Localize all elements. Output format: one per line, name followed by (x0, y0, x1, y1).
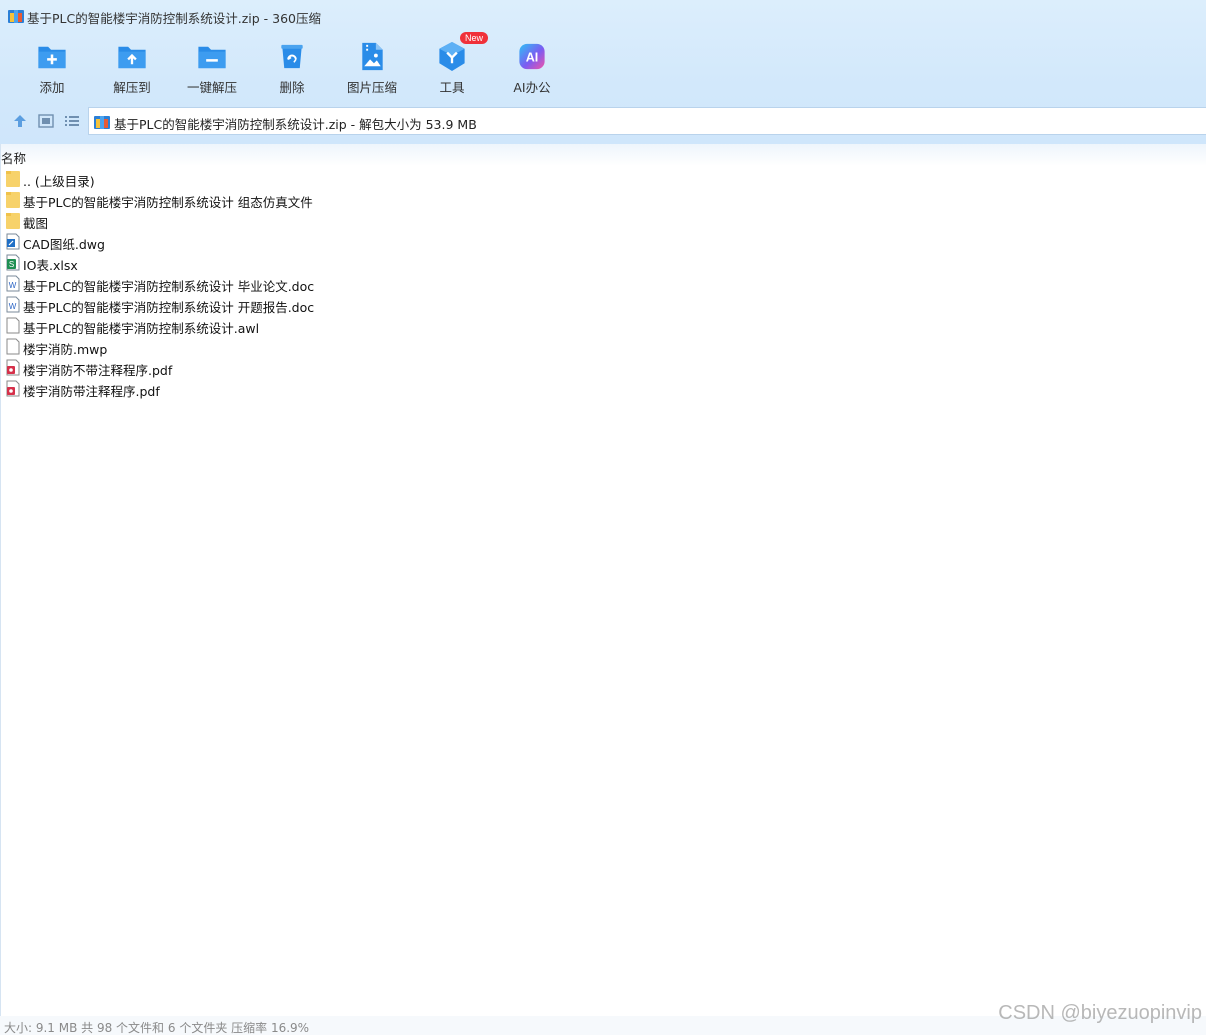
list-item[interactable]: 截图 (0, 210, 1206, 231)
up-arrow-icon[interactable] (12, 114, 28, 128)
app-window: 基于PLC的智能楼宇消防控制系统设计.zip - 360压缩 添加 解压到 一键… (0, 0, 1206, 1035)
file-name: 楼宇消防.mwp (23, 342, 108, 357)
ai-office-label: AI办公 (513, 80, 551, 95)
column-name-header[interactable]: 名称 (1, 148, 26, 167)
word-file-icon: W (6, 275, 20, 292)
generic-file-icon (6, 338, 20, 355)
delete-label: 删除 (279, 80, 305, 95)
column-header: 名称 (0, 144, 1206, 166)
list-item[interactable]: .. (上级目录) (0, 168, 1206, 189)
word-file-icon: W (6, 296, 20, 313)
file-list: .. (上级目录) 基于PLC的智能楼宇消防控制系统设计 组态仿真文件 截图 C… (0, 168, 1206, 399)
list-item[interactable]: 楼宇消防.mwp (0, 336, 1206, 357)
status-text: 大小: 9.1 MB 共 98 个文件和 6 个文件夹 压缩率 16.9% (4, 1021, 310, 1035)
list-item[interactable]: 基于PLC的智能楼宇消防控制系统设计.awl (0, 315, 1206, 336)
list-item[interactable]: S IO表.xlsx (0, 252, 1206, 273)
image-compress-icon (362, 42, 383, 71)
file-name: 基于PLC的智能楼宇消防控制系统设计 毕业论文.doc (23, 279, 315, 294)
file-name: 基于PLC的智能楼宇消防控制系统设计.awl (23, 321, 260, 336)
watermark: CSDN @biyezuopinvip (998, 1002, 1202, 1024)
add-folder-icon (38, 46, 66, 69)
extract-folder-icon (118, 46, 146, 69)
toolbar: 添加 解压到 一键解压 删除 图片压缩 New 工具 AI AI办公 (12, 32, 572, 98)
add-label: 添加 (39, 80, 65, 95)
tools-button[interactable]: New 工具 (412, 32, 492, 96)
one-click-extract-button[interactable]: 一键解压 (172, 38, 252, 96)
image-compress-button[interactable]: 图片压缩 (332, 38, 412, 96)
pdf-file-icon (6, 359, 20, 376)
list-item[interactable]: W 基于PLC的智能楼宇消防控制系统设计 开题报告.doc (0, 294, 1206, 315)
file-name: CAD图纸.dwg (23, 237, 105, 252)
ai-office-button[interactable]: AI AI办公 (492, 38, 572, 96)
tools-cube-icon (439, 41, 465, 72)
file-name: 楼宇消防带注释程序.pdf (23, 384, 160, 399)
archive-icon (8, 10, 24, 23)
add-button[interactable]: 添加 (12, 38, 92, 96)
new-badge: New (460, 32, 489, 44)
list-item[interactable]: 基于PLC的智能楼宇消防控制系统设计 组态仿真文件 (0, 189, 1206, 210)
thumbnail-view-icon[interactable] (38, 114, 54, 128)
folder-icon (6, 192, 20, 208)
archive-icon (94, 116, 110, 129)
file-name: IO表.xlsx (23, 258, 78, 273)
ai-icon-text: AI (526, 50, 539, 64)
one-click-extract-icon (198, 46, 226, 69)
file-name: 楼宇消防不带注释程序.pdf (23, 363, 173, 378)
ai-office-icon: AI (519, 43, 545, 70)
navigation-bar: 基于PLC的智能楼宇消防控制系统设计.zip - 解包大小为 53.9 MB (0, 106, 1206, 136)
svg-text:W: W (9, 302, 17, 311)
file-name: 截图 (23, 216, 49, 231)
list-item[interactable]: W 基于PLC的智能楼宇消防控制系统设计 毕业论文.doc (0, 273, 1206, 294)
list-item[interactable]: CAD图纸.dwg (0, 231, 1206, 252)
file-name: 基于PLC的智能楼宇消防控制系统设计 组态仿真文件 (23, 195, 313, 210)
tools-label: 工具 (439, 80, 465, 95)
folder-icon (6, 213, 20, 229)
extract-to-label: 解压到 (113, 80, 151, 95)
list-view-icon[interactable] (64, 114, 80, 128)
excel-file-icon: S (6, 254, 20, 271)
svg-text:S: S (9, 260, 14, 269)
svg-text:W: W (9, 281, 17, 290)
address-bar[interactable]: 基于PLC的智能楼宇消防控制系统设计.zip - 解包大小为 53.9 MB (88, 107, 1206, 135)
one-click-extract-label: 一键解压 (186, 80, 237, 95)
file-name: 基于PLC的智能楼宇消防控制系统设计 开题报告.doc (23, 300, 315, 315)
title-bar: 基于PLC的智能楼宇消防控制系统设计.zip - 360压缩 (0, 0, 1206, 32)
extract-to-button[interactable]: 解压到 (92, 38, 172, 96)
folder-icon (6, 171, 20, 187)
list-item[interactable]: 楼宇消防带注释程序.pdf (0, 378, 1206, 399)
window-title: 基于PLC的智能楼宇消防控制系统设计.zip - 360压缩 (27, 11, 321, 26)
dwg-file-icon (6, 233, 20, 250)
pdf-file-icon (6, 380, 20, 397)
image-compress-label: 图片压缩 (346, 80, 397, 95)
file-name: .. (上级目录) (23, 174, 95, 189)
list-item[interactable]: 楼宇消防不带注释程序.pdf (0, 357, 1206, 378)
generic-file-icon (6, 317, 20, 334)
address-path: 基于PLC的智能楼宇消防控制系统设计.zip - 解包大小为 53.9 MB (114, 117, 477, 132)
trash-icon (281, 44, 303, 69)
delete-button[interactable]: 删除 (252, 38, 332, 96)
